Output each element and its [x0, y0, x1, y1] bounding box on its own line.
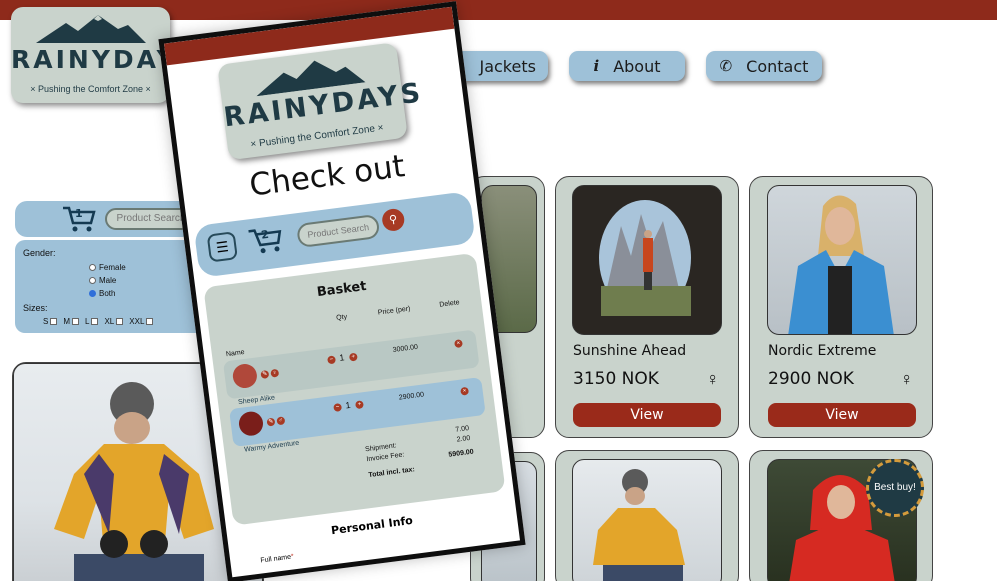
product-card-bottom-1[interactable]	[555, 450, 739, 581]
view-button[interactable]: View	[573, 403, 721, 427]
info-icon: i	[593, 57, 600, 75]
product-name: Nordic Extreme	[768, 343, 877, 359]
gender-female-label: Female	[99, 263, 126, 272]
logo-brand-text: RAINYDAYS	[11, 45, 199, 74]
gender-male-label: Male	[99, 276, 117, 285]
qty-decrease-button[interactable]: −	[333, 403, 343, 412]
delete-icon[interactable]: ×	[460, 386, 470, 396]
nav-contact-label: Contact	[746, 56, 809, 76]
gender-label: Gender:	[23, 248, 56, 258]
item-qty: 1	[338, 352, 345, 363]
header-delete: Delete	[439, 299, 460, 309]
basket-panel: Basket Qty Price (per) Delete Name ✎ ♀ −…	[203, 252, 506, 526]
size-xl-checkbox[interactable]: XL	[104, 317, 124, 326]
basket-title: Basket	[316, 278, 368, 301]
product-photo-sunshine-ahead	[572, 185, 722, 335]
product-name: Sunshine Ahead	[573, 343, 687, 359]
hamburger-menu-icon[interactable]: ☰	[206, 231, 238, 263]
nav-about-label: About	[613, 56, 661, 76]
gender-radio-both[interactable]: Both	[89, 289, 115, 298]
shipment-label: Shipment:	[364, 442, 397, 454]
qty-increase-button[interactable]: +	[348, 352, 358, 362]
sizes-label: Sizes:	[23, 303, 48, 313]
qty-decrease-button[interactable]: −	[327, 355, 337, 365]
phone-logo[interactable]: RAINYDAYS × Pushing the Comfort Zone ×	[217, 42, 425, 161]
female-icon: ♀	[900, 369, 914, 389]
gender-both-label: Both	[99, 289, 116, 298]
header-price: Price (per)	[377, 305, 411, 317]
phone-cart-count: 2	[260, 227, 270, 242]
item-qty: 1	[344, 399, 352, 411]
gender-radio-female[interactable]: Female	[89, 263, 126, 272]
total-value: 5909.00	[448, 448, 475, 459]
female-icon: ♀	[706, 369, 720, 389]
phone-cart-button[interactable]: 2	[246, 223, 286, 257]
invoice-fee-value: 2.00	[456, 434, 471, 444]
item-thumbnail	[237, 410, 265, 438]
phone-icon: ✆	[719, 57, 733, 75]
nav-contact-button[interactable]: ✆ Contact	[706, 51, 822, 81]
gender-icon: ♀	[270, 368, 280, 378]
product-photo-nordic-extreme	[767, 185, 917, 335]
edit-icon[interactable]: ✎	[266, 417, 276, 427]
nav-about-button[interactable]: i About	[569, 51, 685, 81]
product-card-bottom-2[interactable]: Best buy!	[749, 450, 933, 581]
gender-icon: ♂	[276, 416, 286, 426]
cart-button[interactable]: 1	[61, 205, 97, 233]
header-name: Name	[225, 348, 246, 359]
mountain-icon	[36, 15, 146, 43]
size-l-checkbox[interactable]: L	[85, 317, 99, 326]
cart-count: 1	[75, 207, 83, 220]
product-price: 3150 NOK	[573, 369, 659, 389]
search-icon[interactable]: ⚲	[380, 207, 406, 233]
item-price: 3000.00	[392, 343, 419, 354]
logo-tagline: × Pushing the Comfort Zone ×	[30, 84, 151, 94]
full-name-label: Full name*	[260, 553, 295, 565]
shipment-value: 7.00	[455, 424, 470, 434]
size-m-checkbox[interactable]: M	[63, 317, 80, 326]
phone-product-search-input[interactable]: Product Search	[296, 213, 381, 249]
header-qty: Qty	[335, 313, 348, 322]
item-name: Warmy Adventure	[243, 439, 300, 454]
invoice-fee-label: Invoice Fee:	[366, 451, 405, 464]
page: RAINYDAYS × Pushing the Comfort Zone × ♨…	[0, 0, 997, 581]
product-price: 2900 NOK	[768, 369, 854, 389]
delete-icon[interactable]: ×	[454, 339, 463, 349]
product-photo-man-ice-small	[572, 459, 722, 581]
product-card-nordic-extreme[interactable]: Nordic Extreme 2900 NOK ♀ View	[749, 176, 933, 438]
size-s-checkbox[interactable]: S	[43, 317, 58, 326]
size-checkboxes: S M L XL XXL	[43, 317, 154, 326]
view-button[interactable]: View	[768, 403, 916, 427]
best-buy-badge: Best buy!	[866, 459, 924, 517]
edit-icon[interactable]: ✎	[260, 369, 270, 379]
size-xxl-checkbox[interactable]: XXL	[129, 317, 154, 326]
item-thumbnail	[231, 362, 259, 390]
item-price: 2900.00	[398, 391, 425, 402]
site-logo[interactable]: RAINYDAYS × Pushing the Comfort Zone ×	[11, 7, 199, 103]
gender-radio-male[interactable]: Male	[89, 276, 116, 285]
total-label: Total incl. tax:	[368, 466, 416, 480]
nav-jackets-label: Jackets	[479, 56, 536, 76]
product-card-sunshine-ahead[interactable]: Sunshine Ahead 3150 NOK ♀ View	[555, 176, 739, 438]
qty-increase-button[interactable]: +	[354, 400, 364, 410]
